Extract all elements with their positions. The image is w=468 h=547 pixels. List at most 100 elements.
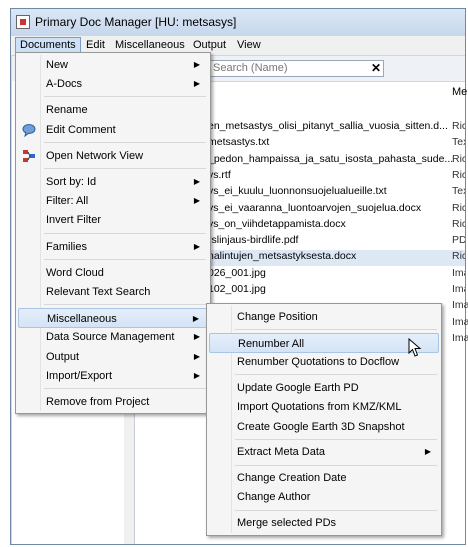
comment-icon xyxy=(22,123,36,137)
menu-item-update-google-earth-pd[interactable]: Update Google Earth PD xyxy=(209,378,439,398)
app-icon xyxy=(16,15,30,29)
menu-item-families[interactable]: Families ▶ xyxy=(18,237,208,257)
submenu-arrow-icon: ▶ xyxy=(193,351,200,361)
menu-edit[interactable]: Edit xyxy=(82,38,109,53)
menu-item-label: Filter: All xyxy=(46,195,89,208)
document-type: Rich xyxy=(452,201,465,214)
document-type: Ima xyxy=(452,266,465,279)
menu-item-miscellaneous[interactable]: Miscellaneous ▶ xyxy=(18,308,208,329)
submenu-arrow-icon: ▶ xyxy=(193,241,200,251)
document-name: metsastys.txt xyxy=(208,136,270,149)
document-type: Text xyxy=(452,185,465,198)
column-header-media[interactable]: Me xyxy=(452,86,467,98)
menu-item-change-position[interactable]: Change Position xyxy=(209,307,439,327)
submenu-arrow-icon: ▶ xyxy=(192,314,199,324)
document-name: _pedon_hampaissa_ja_satu_isosta_pahasta_… xyxy=(208,152,454,165)
menu-item-label: Open Network View xyxy=(46,149,144,162)
submenu-arrow-icon: ▶ xyxy=(193,177,200,186)
menu-item-label: Renumber Quotations to Docflow xyxy=(237,356,400,369)
table-row[interactable]: vs.rtf Rich xyxy=(208,169,465,185)
table-row[interactable]: metsastys.txt Text xyxy=(208,136,465,152)
table-row[interactable]: rslinjaus-birdlife.pdf PDF xyxy=(208,234,465,250)
menu-item-merge-selected-pds[interactable]: Merge selected PDs xyxy=(209,513,439,533)
menu-item-label: A-Docs xyxy=(46,78,83,91)
menu-item-open-network-view[interactable]: Open Network View xyxy=(18,146,208,166)
menu-item-invert-filter[interactable]: Invert Filter xyxy=(18,210,208,230)
menu-item-change-creation-date[interactable]: Change Creation Date xyxy=(209,468,439,488)
menu-item-new[interactable]: New ▶ xyxy=(18,55,208,75)
menu-item-label: Renumber All xyxy=(238,337,305,350)
document-type: Ima xyxy=(452,315,468,328)
menu-view[interactable]: View xyxy=(233,38,265,53)
submenu-arrow-icon: ▶ xyxy=(193,332,200,342)
document-name: 102_001.jpg xyxy=(208,283,266,295)
menu-separator xyxy=(44,304,206,306)
menu-separator xyxy=(235,329,437,331)
submenu-arrow-icon: ▶ xyxy=(193,370,200,380)
document-type: Rich xyxy=(452,152,465,165)
menu-item-label: Sort by: Id xyxy=(46,176,97,188)
title-bar: Primary Doc Manager [HU: metsasys] xyxy=(11,9,465,35)
menu-item-label: Edit Comment xyxy=(46,123,116,136)
menu-item-label: Change Position xyxy=(237,311,318,323)
document-name: nalintujen_metsastyksesta.docx xyxy=(208,250,357,263)
search-input[interactable]: Search (Name) ✕ xyxy=(208,60,384,77)
menu-item-import-quotations-from-kmz-kml[interactable]: Import Quotations from KMZ/KML xyxy=(209,397,439,417)
menu-item-output[interactable]: Output ▶ xyxy=(18,347,208,367)
document-type: Ima xyxy=(452,331,468,344)
menu-item-data-source-management[interactable]: Data Source Management ▶ xyxy=(18,327,208,347)
submenu-arrow-icon: ▶ xyxy=(424,447,431,457)
miscellaneous-submenu: Change Position Renumber All Renumber Quot… xyxy=(206,303,442,536)
menu-item-label: Data Source Management xyxy=(46,331,175,344)
menu-item-edit-comment[interactable]: Edit Comment xyxy=(18,120,208,140)
menu-item-label: Import/Export xyxy=(46,369,113,382)
menu-item-create-google-earth-3d-snapshot[interactable]: Create Google Earth 3D Snapshot xyxy=(209,417,439,437)
document-type: Rich xyxy=(452,120,465,132)
menu-item-label: New xyxy=(46,59,69,71)
menu-item-label: Output xyxy=(46,350,80,363)
menu-item-label: Extract Meta Data xyxy=(237,446,326,459)
menu-item-label: Remove from Project xyxy=(46,396,150,408)
document-name: vs_ei_kuulu_luonnonsuojelualueille.txt xyxy=(208,185,387,198)
menu-item-label: Families xyxy=(46,240,87,253)
document-name: vs.rtf xyxy=(208,168,231,181)
menu-separator xyxy=(235,374,437,376)
table-row[interactable]: _pedon_hampaissa_ja_satu_isosta_pahasta_… xyxy=(208,153,465,169)
menu-item-filter-all[interactable]: Filter: All ▶ xyxy=(18,191,208,211)
menu-output[interactable]: Output xyxy=(189,38,230,53)
document-name: vs_on_viihdetappamista.docx xyxy=(208,217,346,230)
table-row[interactable]: vs_ei_vaaranna_luontoarvojen_suojelua.do… xyxy=(208,202,465,218)
table-row[interactable]: vs_ei_kuulu_luonnonsuojelualueille.txt Te… xyxy=(208,185,465,201)
menu-item-change-author[interactable]: Change Author xyxy=(209,487,439,507)
table-row[interactable]: nalintujen_metsastyksesta.docx Rich xyxy=(208,250,465,267)
menu-separator xyxy=(44,388,206,389)
menu-item-word-cloud[interactable]: Word Cloud xyxy=(18,263,208,283)
table-row[interactable]: en_metsastys_olisi_pitanyt_sallia_vuosia… xyxy=(208,120,465,136)
menu-item-label: Miscellaneous xyxy=(47,313,117,326)
table-row[interactable]: 026_001.jpg Ima xyxy=(208,267,465,283)
menu-item-relevant-text-search[interactable]: Relevant Text Search xyxy=(18,282,208,302)
table-row[interactable]: vs_on_viihdetappamista.docx Rich xyxy=(208,218,465,234)
menu-item-a-docs[interactable]: A-Docs ▶ xyxy=(18,74,208,94)
window-title: Primary Doc Manager [HU: metsasys] xyxy=(35,15,237,29)
document-name: 026_001.jpg xyxy=(208,266,266,279)
search-placeholder: Search (Name) xyxy=(213,62,288,74)
menu-miscellaneous[interactable]: Miscellaneous xyxy=(111,38,189,53)
document-type: PDF xyxy=(452,234,465,247)
menu-item-rename[interactable]: Rename xyxy=(18,100,208,120)
menu-item-renumber-quotations-to-docflow[interactable]: Renumber Quotations to Docflow xyxy=(209,352,439,372)
menu-item-extract-meta-data[interactable]: Extract Meta Data ▶ xyxy=(209,442,439,462)
submenu-arrow-icon: ▶ xyxy=(193,79,200,89)
menu-item-remove-from-project[interactable]: Remove from Project xyxy=(18,392,208,412)
menu-item-renumber-all[interactable]: Renumber All xyxy=(209,332,439,353)
document-name: rslinjaus-birdlife.pdf xyxy=(208,234,299,247)
clear-search-icon[interactable]: ✕ xyxy=(371,61,381,75)
menu-item-sort-by-id[interactable]: Sort by: Id ▶ xyxy=(18,172,208,192)
documents-menu: New ▶ A-Docs ▶ Rename Edit Comment Open Networ… xyxy=(15,52,211,414)
menu-separator xyxy=(235,509,437,511)
menu-item-label: Change Author xyxy=(237,491,311,504)
menu-separator xyxy=(44,258,206,260)
menu-item-import-export[interactable]: Import/Export ▶ xyxy=(18,366,208,386)
table-row[interactable]: 102_001.jpg Ima xyxy=(208,283,465,299)
menu-item-label: Change Creation Date xyxy=(237,472,347,485)
